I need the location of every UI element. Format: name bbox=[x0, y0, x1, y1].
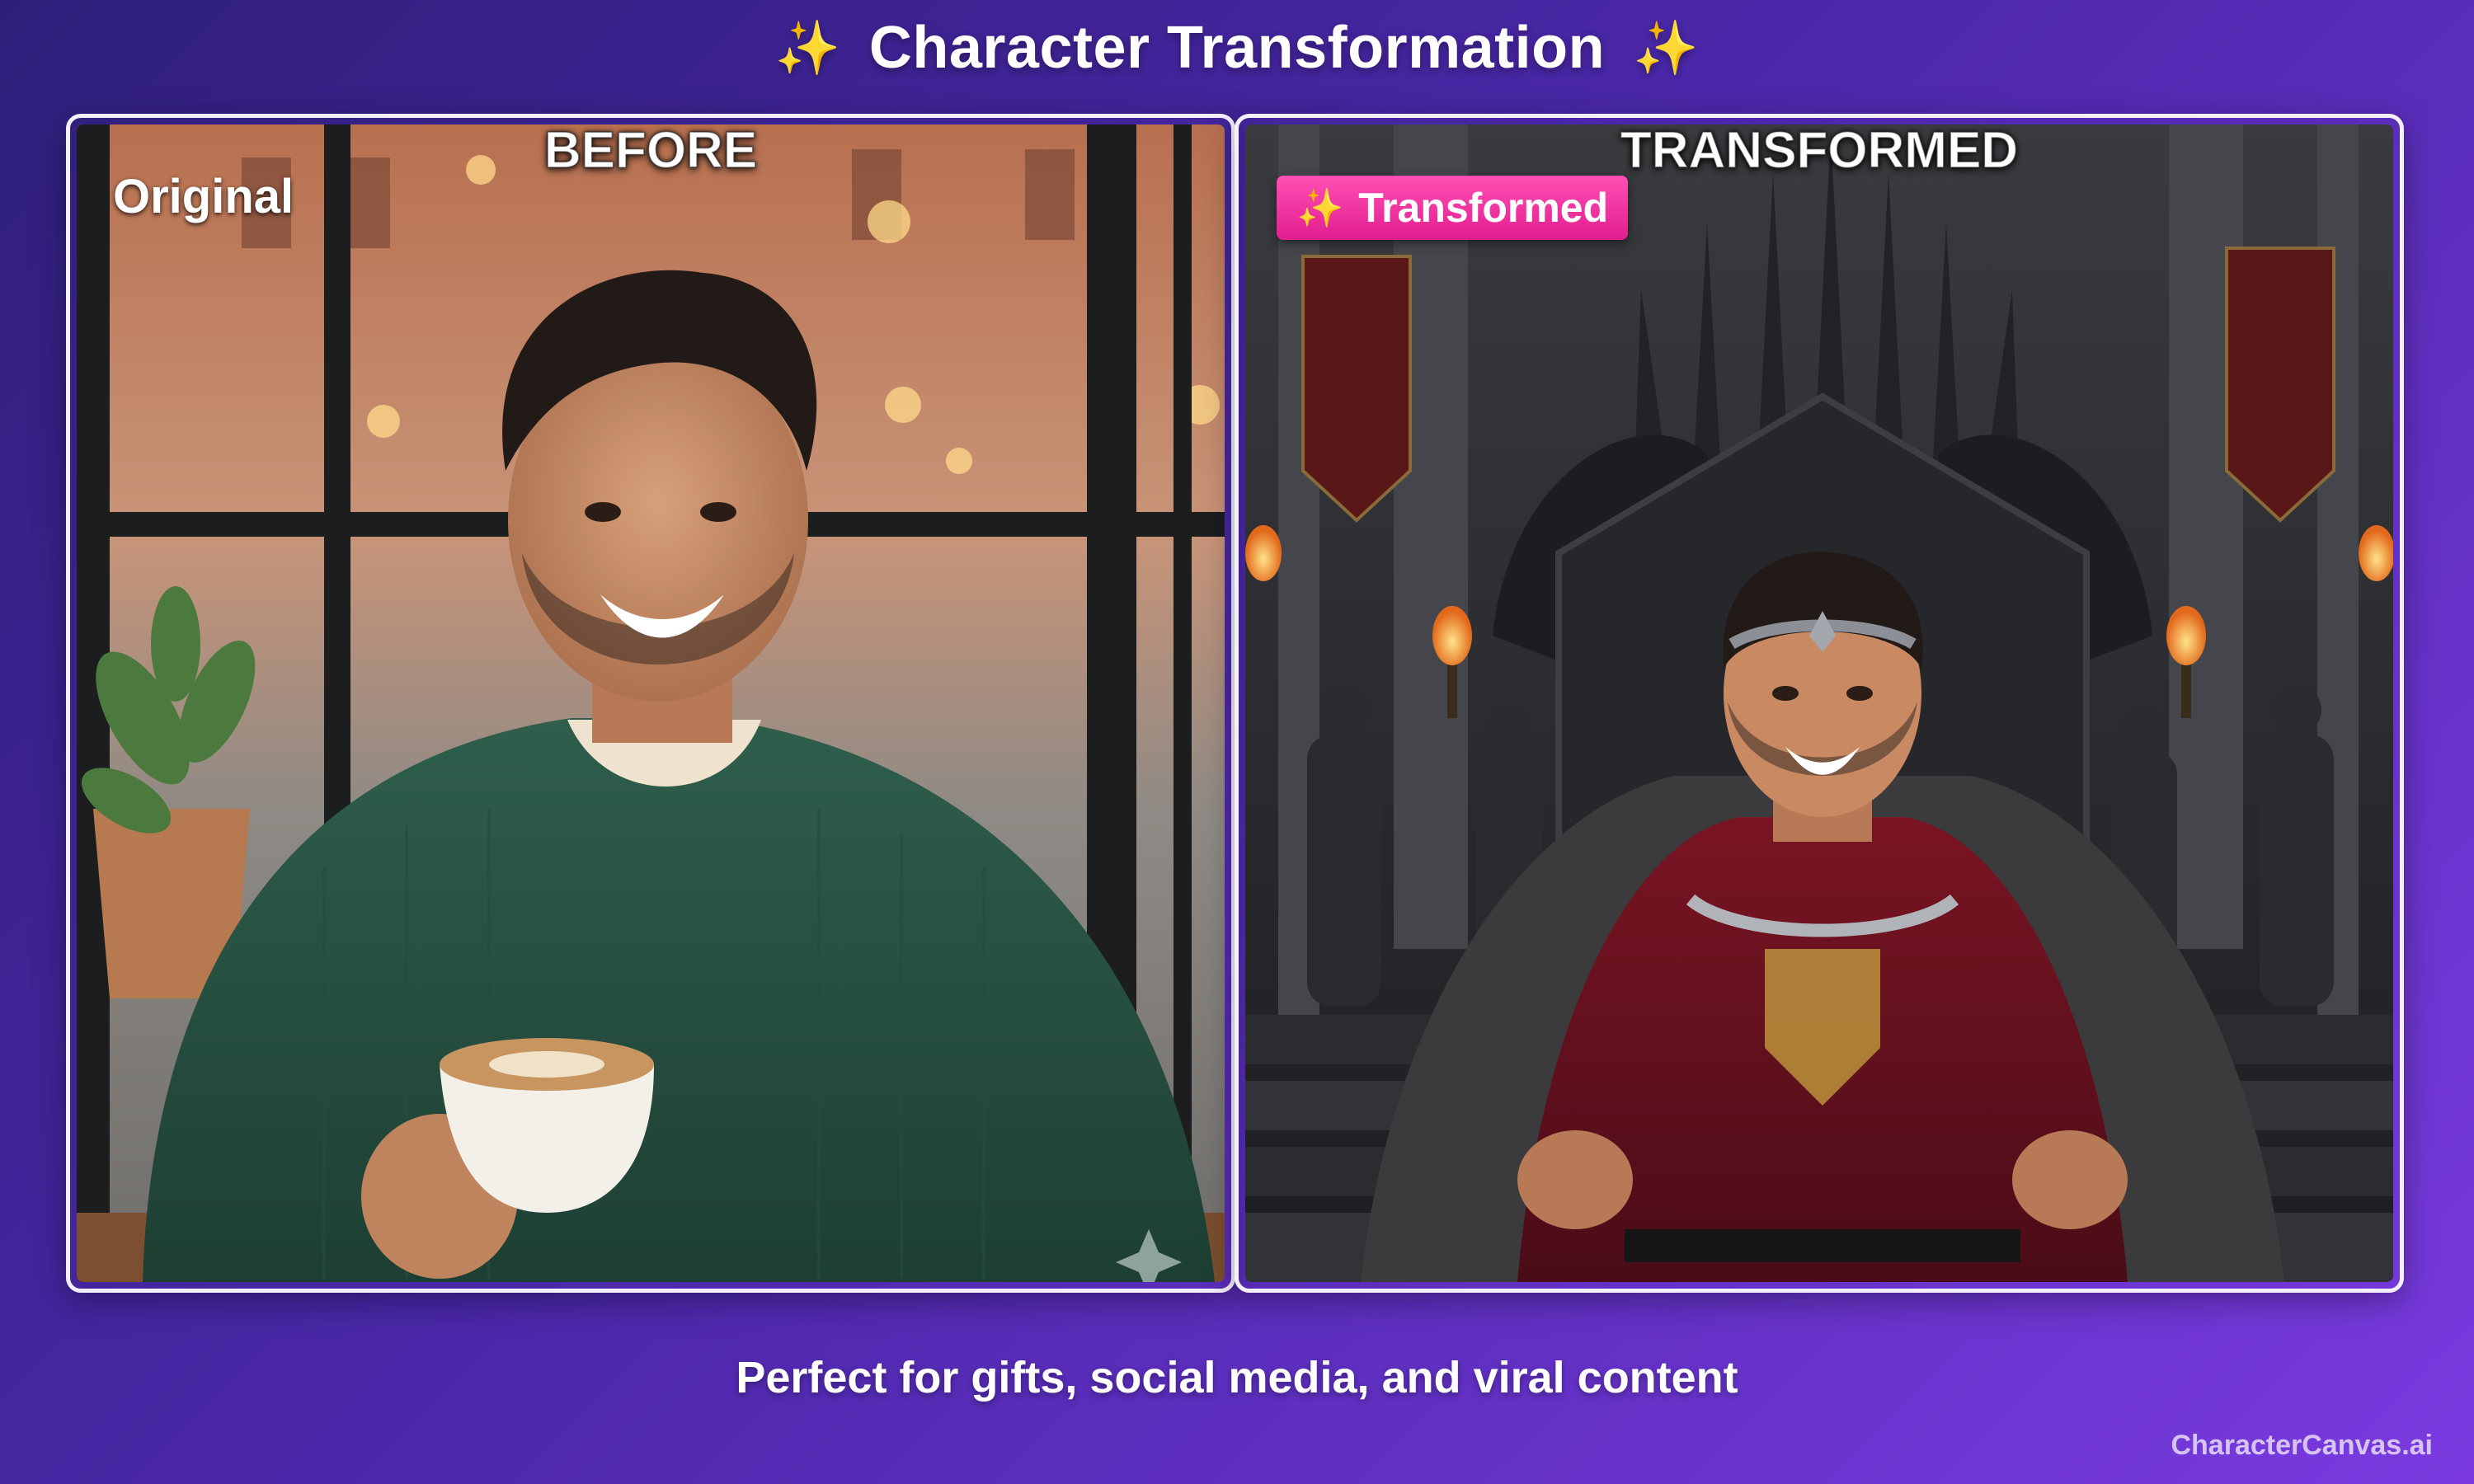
original-photo bbox=[77, 124, 1225, 1282]
original-badge: Original bbox=[113, 170, 294, 223]
page-title: ✨ Character Transformation ✨ bbox=[0, 7, 2474, 89]
tagline: Perfect for gifts, social media, and vir… bbox=[736, 1353, 1738, 1402]
brand-watermark: CharacterCanvas.ai bbox=[2171, 1430, 2433, 1461]
sparkle-icon: ✨ bbox=[774, 17, 841, 77]
transformed-badge: ✨ Transformed bbox=[1277, 176, 1629, 240]
page-title-text: Character Transformation bbox=[868, 15, 1606, 81]
sparkle-icon: ✨ bbox=[1633, 17, 1700, 77]
sparkle-icon: ✨ bbox=[1296, 186, 1344, 229]
transformed-image-panel: TRANSFORMED ✨ Transformed bbox=[1235, 114, 2404, 1293]
before-image-panel: BEFORE Original bbox=[66, 114, 1235, 1293]
transformed-photo bbox=[1245, 124, 2393, 1282]
transformed-badge-label: Transformed bbox=[1358, 185, 1609, 231]
transformed-caption: TRANSFORMED bbox=[1620, 121, 2019, 180]
